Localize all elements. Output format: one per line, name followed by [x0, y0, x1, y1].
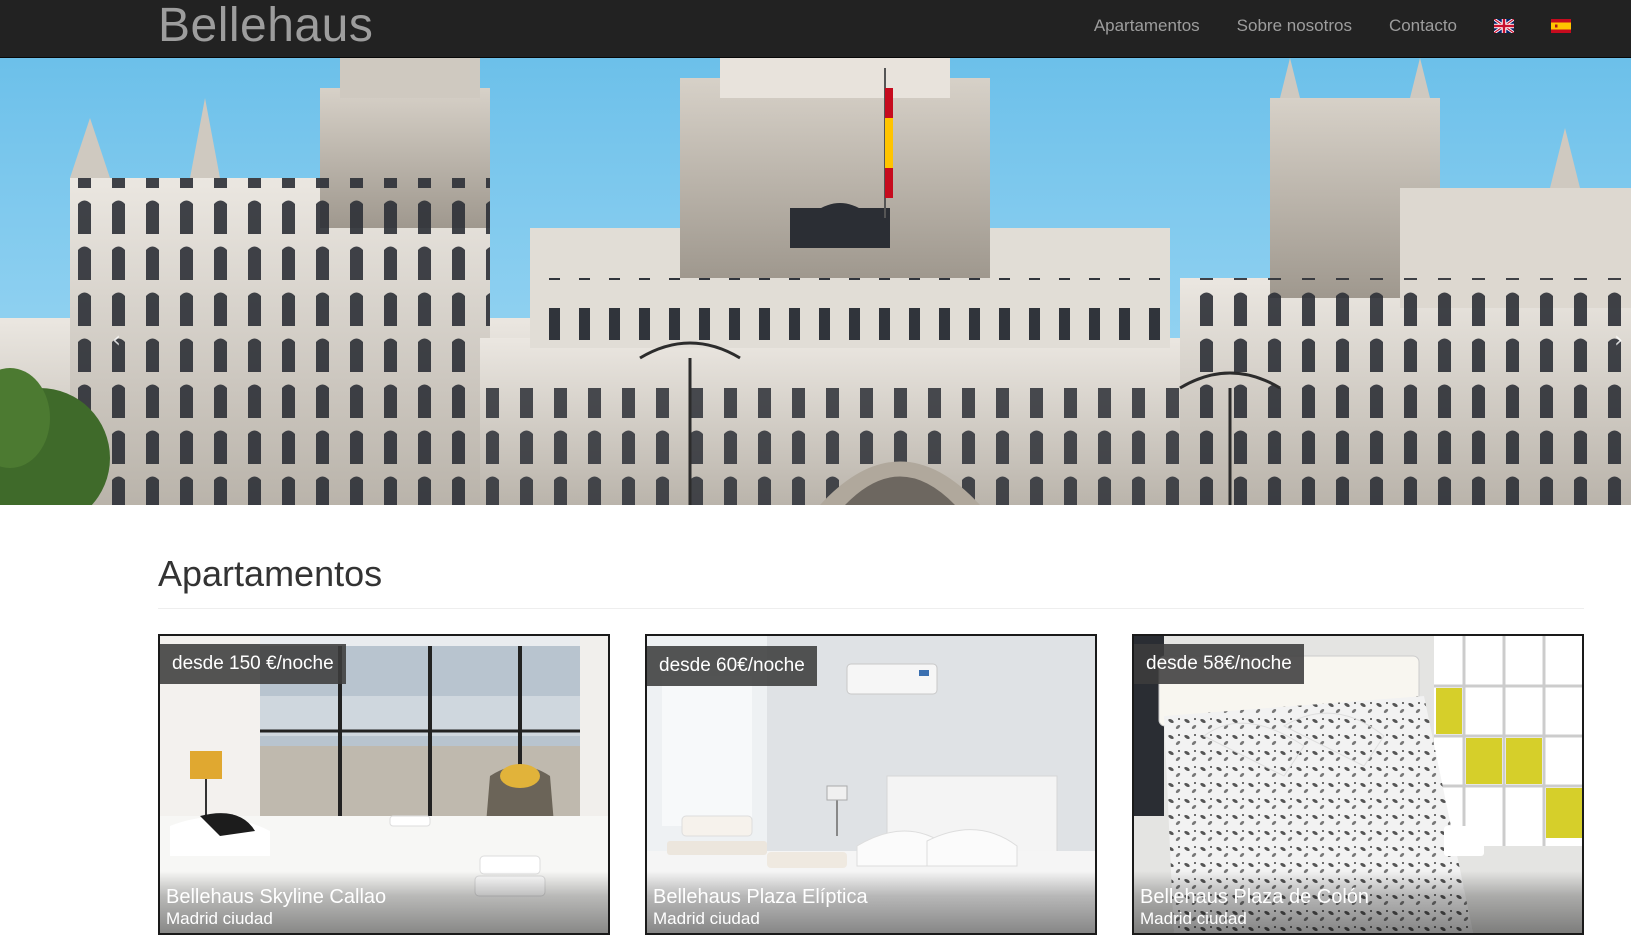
apartment-name: Bellehaus Skyline Callao [166, 886, 387, 908]
brand-logo[interactable]: Bellehaus [158, 0, 373, 52]
carousel-prev-icon[interactable]: ‹ [112, 328, 121, 353]
apartment-card-plaza-eliptica[interactable]: desde 60€/noche Bellehaus Plaza Elíptica… [645, 634, 1097, 935]
section-title-apartamentos: Apartamentos [158, 553, 383, 594]
apartment-name: Bellehaus Plaza Elíptica [653, 886, 868, 908]
card-caption: Bellehaus Plaza Elíptica Madrid ciudad [647, 871, 1095, 933]
price-badge: desde 150 €/noche [160, 644, 346, 684]
apartment-card-plaza-de-colon[interactable]: desde 58€/noche Bellehaus Plaza de Colón… [1132, 634, 1584, 935]
nav-link-contacto[interactable]: Contacto [1389, 0, 1457, 52]
card-caption: Bellehaus Plaza de Colón Madrid ciudad [1134, 871, 1582, 933]
price-badge: desde 58€/noche [1134, 644, 1304, 684]
carousel-next-icon[interactable]: › [1614, 328, 1623, 353]
apartment-card-skyline-callao[interactable]: desde 150 €/noche Bellehaus Skyline Call… [158, 634, 610, 935]
spain-flag-icon[interactable] [1551, 19, 1571, 33]
apartment-location: Madrid ciudad [1140, 909, 1247, 928]
apartment-location: Madrid ciudad [166, 909, 273, 928]
nav-link-apartamentos[interactable]: Apartamentos [1094, 0, 1200, 52]
apartment-location: Madrid ciudad [653, 909, 760, 928]
hero-image-palacio-cibeles [0, 58, 1631, 505]
hero-carousel[interactable]: ‹ › [0, 58, 1631, 505]
nav-menu: Apartamentos Sobre nosotros Contacto [1057, 0, 1571, 52]
top-navbar: Bellehaus Apartamentos Sobre nosotros Co… [0, 0, 1631, 58]
card-caption: Bellehaus Skyline Callao Madrid ciudad [160, 871, 608, 933]
section-divider [158, 608, 1584, 609]
apartment-name: Bellehaus Plaza de Colón [1140, 886, 1370, 908]
nav-link-sobre-nosotros[interactable]: Sobre nosotros [1237, 0, 1352, 52]
uk-flag-icon[interactable] [1494, 19, 1514, 33]
price-badge: desde 60€/noche [647, 646, 817, 686]
